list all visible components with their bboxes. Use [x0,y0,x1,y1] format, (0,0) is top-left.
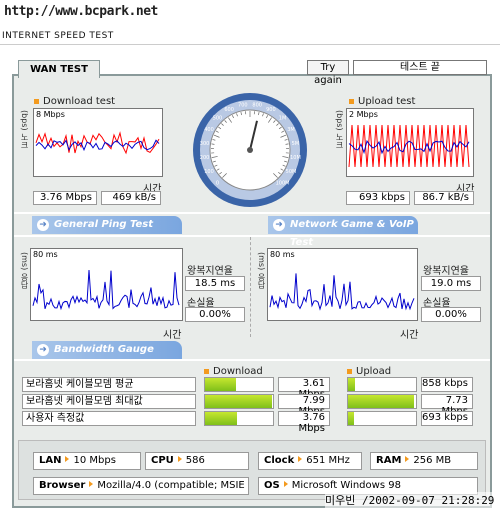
section-bandwidth: ➜ Bandwidth Gauge [32,341,182,359]
game-loss-value: 0.00% [421,307,481,322]
tab-wan-test[interactable]: WAN TEST [18,60,100,78]
gauge-tick-label: 900 [266,107,276,113]
gauge-tick-label: 500 [213,115,223,121]
header-divider [0,44,500,45]
ping-rtt-value: 18.5 ms [185,276,245,291]
game-rtt-value: 19.0 ms [421,276,481,291]
clock-info: Clock 651 MHz [258,452,362,470]
game-rtt-label: 왕복지연율 [423,266,469,277]
bw-download-bar [204,377,274,392]
triangle-right-icon [405,456,410,462]
arrow-right-icon: ➜ [273,219,285,231]
bw-row-label: 사용자 측정값 [22,411,196,426]
upload-trace-blue [348,139,470,155]
try-again-button[interactable]: Try again [307,60,349,86]
gauge-tick-label: 3M [287,127,295,133]
cpu-info: CPU 586 [145,452,249,470]
bw-row-label: 보라홈넷 케이블모뎀 최대값 [22,394,196,409]
arrow-right-icon: ➜ [37,344,49,356]
gauge-tick-label: 600 [224,107,234,113]
gauge-tick-label: 10M [290,155,301,161]
bw-upload-bar [347,394,417,409]
download-rate: 469 kB/s [101,191,161,205]
bw-upload-value: 7.73 Mbps [421,394,473,417]
bw-upload-bar [347,377,417,392]
triangle-right-icon [89,481,94,487]
gauge-tick-label: 400 [204,127,214,133]
ram-info: RAM 256 MB [370,452,478,470]
bw-download-bar [204,394,274,409]
orange-dot-icon [204,368,209,374]
lan-info: LAN 10 Mbps [33,452,141,470]
game-trace [269,273,415,311]
bw-download-value: 3.76 Mbps [278,411,330,434]
triangle-right-icon [177,456,182,462]
gauge-tick-label: 700 [238,103,248,109]
gauge-tick-label: 200 [200,155,210,161]
gauge-tick-label: 800 [252,103,262,109]
gauge-tick-label: 300 [200,141,210,147]
footer-timestamp: 미우빈 /2002-09-07 21:28:29 [325,492,495,508]
gauge-tick-label: 5M [292,141,300,147]
arrow-right-icon: ➜ [37,219,49,231]
orange-dot-icon [349,98,354,104]
ping-loss-value: 0.00% [185,307,245,322]
bw-download-head: Download [204,366,263,377]
app-subtitle: INTERNET SPEED TEST [2,31,114,41]
upload-ylabel: (bps) 노크 [335,110,344,150]
upload-graph: 2 Mbps [346,108,474,177]
gauge-tick-label: 50M [286,169,297,175]
panel-divider [250,237,251,337]
gauge-tick-label: 100 [204,169,214,175]
site-watermark: http://www.bcpark.net [4,4,158,19]
bw-download-value: 7.99 Mbps [278,394,330,417]
bw-download-value: 3.61 Mbps [278,377,330,400]
speed-gauge: 0100 200 300 400 500600 700 800 9001M3M 5M 10M 50M… [193,93,307,207]
download-ylabel: (bps) 노크 [20,110,29,150]
download-title: Download test [34,96,115,107]
bw-upload-bar [347,411,417,426]
browser-info: Browser Mozilla/4.0 (compatible; MSIE 6.0 [33,477,249,495]
game-xlabel: 시간 [400,330,419,341]
download-graph: 8 Mbps [33,108,163,177]
bw-download-bar [204,411,274,426]
gauge-tick-label: 1M [279,115,287,121]
game-ylabel: (ms) 응답 [257,252,266,289]
game-graph: 80 ms [267,248,418,321]
gauge-tick-label: 100M [276,181,290,187]
section-general-ping: ➜ General Ping Test [32,216,182,234]
download-speed: 3.76 Mbps [33,191,97,205]
upload-trace-red [348,124,470,168]
upload-title: Upload test [349,96,415,107]
bw-upload-value: 858 kbps [421,377,473,392]
ping-xlabel: 시간 [163,330,182,341]
ping-graph: 80 ms [30,248,183,321]
orange-dot-icon [347,368,352,374]
download-trace-red [35,131,160,155]
ping-trace [32,270,180,311]
ping-ylabel: (ms) 응답 [20,252,29,289]
bw-row-label: 보라홈넷 케이블모뎀 평균 [22,377,196,392]
gauge-tick-label: 0 [216,181,219,187]
triangle-right-icon [298,456,303,462]
triangle-right-icon [283,481,288,487]
bw-upload-head: Upload [347,366,391,377]
section-game-voip: ➜ Network Game & VoIP Test [268,216,418,248]
test-status: 테스트 끝 [353,60,487,75]
upload-speed: 693 kbps [346,191,410,205]
triangle-right-icon [65,456,70,462]
upload-rate: 86.7 kB/s [414,191,474,205]
bw-upload-value: 693 kbps [421,411,473,426]
ping-rtt-label: 왕복지연율 [187,266,233,277]
orange-dot-icon [34,98,39,104]
